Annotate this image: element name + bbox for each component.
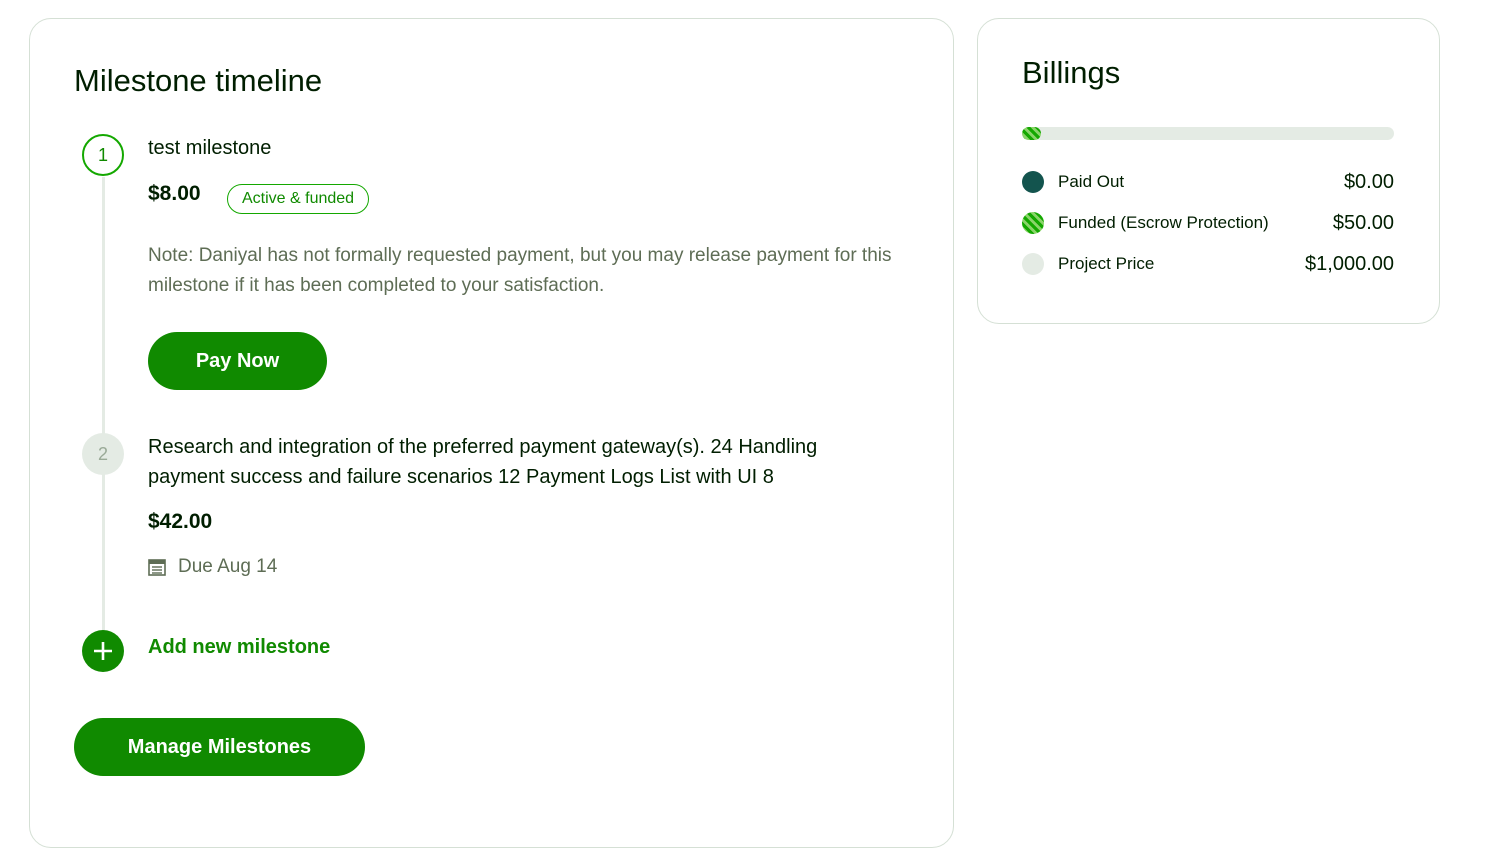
timeline-title: Milestone timeline xyxy=(74,63,323,98)
billings-title: Billings xyxy=(1022,55,1121,90)
milestone-1-payment-note: Note: Daniyal has not formally requested… xyxy=(148,245,892,296)
billing-progress-bar xyxy=(1022,127,1394,140)
milestone-2-amount: $42.00 xyxy=(148,510,213,533)
project-price-dot-icon xyxy=(1022,253,1044,275)
pay-now-button[interactable]: Pay Now xyxy=(148,332,327,390)
paid-out-dot-icon xyxy=(1022,171,1044,193)
billings-card: Billings Paid Out $0.00 Funded (Escrow P… xyxy=(977,18,1440,324)
calendar-icon xyxy=(148,558,166,576)
funded-label: Funded (Escrow Protection) xyxy=(1058,213,1269,232)
plus-icon xyxy=(92,640,114,662)
paid-out-value: $0.00 xyxy=(1343,170,1394,193)
timeline-track xyxy=(102,177,105,647)
milestone-1-amount: $8.00 xyxy=(148,182,201,205)
project-price-value: $1,000.00 xyxy=(1305,252,1394,275)
add-milestone-icon-button[interactable] xyxy=(82,630,124,672)
billing-row-project-price: Project Price $1,000.00 xyxy=(1022,251,1394,277)
milestone-1-title: test milestone xyxy=(148,137,272,159)
paid-out-label: Paid Out xyxy=(1058,172,1125,191)
billing-row-paid-out: Paid Out $0.00 xyxy=(1022,169,1394,195)
project-price-label: Project Price xyxy=(1058,254,1155,273)
billing-progress-fill xyxy=(1022,127,1041,140)
funded-dot-icon xyxy=(1022,212,1044,234)
milestone-1-status-badge: Active & funded xyxy=(227,184,370,214)
manage-milestones-button[interactable]: Manage Milestones xyxy=(74,718,365,776)
milestone-2-due-date: Due Aug 14 xyxy=(148,556,277,578)
funded-value: $50.00 xyxy=(1332,211,1394,234)
milestone-timeline-card: Milestone timeline 1 test milestone $8.0… xyxy=(29,18,954,848)
milestone-1-step-number: 1 xyxy=(82,134,124,176)
add-new-milestone-link[interactable]: Add new milestone xyxy=(148,636,330,659)
billing-row-funded: Funded (Escrow Protection) $50.00 xyxy=(1022,210,1394,236)
milestone-2-step-number: 2 xyxy=(82,433,124,475)
due-date-text: Due Aug 14 xyxy=(178,556,278,577)
milestone-2-title: Research and integration of the preferre… xyxy=(148,436,818,488)
